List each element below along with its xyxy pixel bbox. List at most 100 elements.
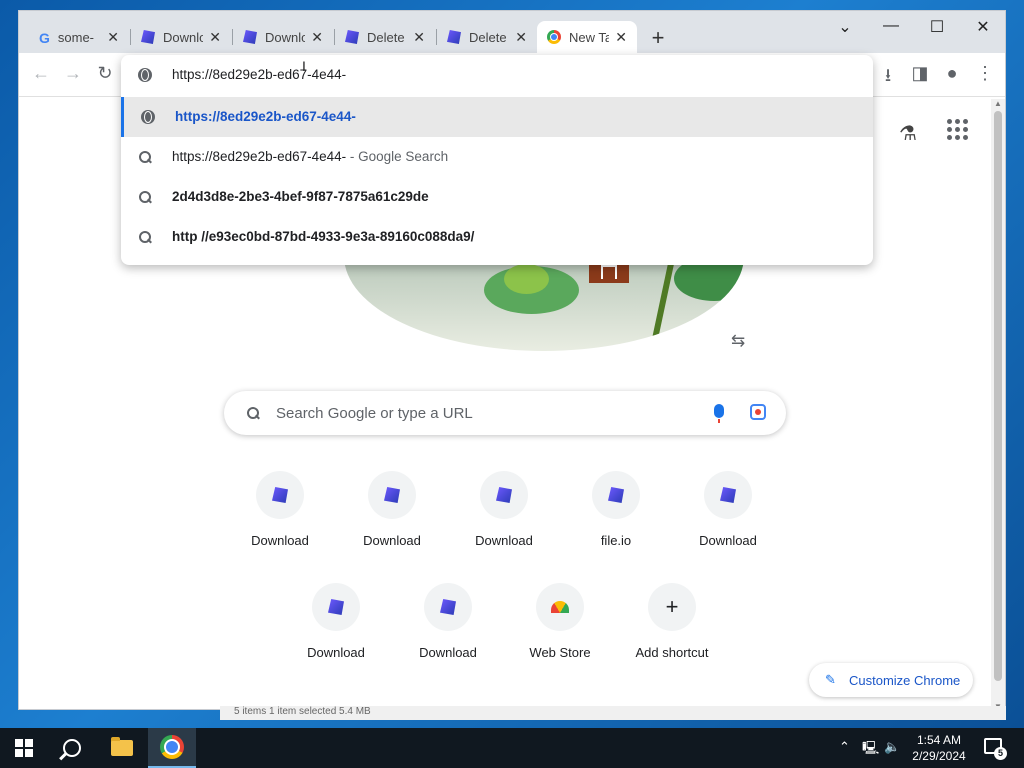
reed [649, 261, 675, 351]
chrome-icon [547, 30, 561, 44]
background-explorer-status: 5 items 1 item selected 5.4 MB [220, 706, 1006, 720]
clock-time: 1:54 AM [916, 733, 962, 747]
shortcut-tile[interactable]: Download [286, 583, 386, 683]
start-button[interactable] [0, 728, 48, 768]
tab-search-dropdown-icon[interactable]: ⌄ [833, 17, 857, 37]
tab-title: Downlo [265, 29, 305, 45]
chrome-taskbar-button[interactable] [148, 728, 196, 768]
suggestion-item[interactable]: https://8ed29e2b-ed67-4e44- [121, 97, 873, 137]
share-icon[interactable]: ⇆ [731, 331, 745, 351]
suggestion-item[interactable]: 2d4d3d8e-2be3-4bef-9f87-7875a61c29de [121, 177, 873, 217]
fileio-icon [447, 30, 461, 44]
suggestion-suffix: - Google Search [346, 149, 449, 164]
omnibox-dropdown: https://8ed29e2b-ed67-4e44- https://8ed2… [121, 55, 873, 265]
globe-icon [138, 68, 152, 82]
tray-chevron-icon[interactable]: ⌃ [839, 739, 850, 755]
shortcut-label: Download [251, 533, 309, 548]
maximize-button[interactable]: ☐ [925, 17, 949, 37]
suggestion-item[interactable]: http //e93ec0bd-87bd-4933-9e3a-89160c088… [121, 217, 873, 257]
reload-button[interactable]: ↻ [93, 63, 117, 84]
fileio-icon [440, 599, 456, 615]
tab-title: New Ta [569, 29, 609, 45]
search-icon [246, 406, 260, 420]
tab-1[interactable]: G some- ✕ [29, 21, 129, 53]
tab-close-icon[interactable]: ✕ [209, 29, 221, 46]
search-icon [138, 150, 152, 164]
browser-window: G some- ✕ Downlo ✕ Downlo ✕ Delete ✕ Del… [18, 10, 1006, 710]
tab-title: Delete [469, 29, 507, 45]
tab-4[interactable]: Delete ✕ [335, 21, 435, 53]
taskbar-search-button[interactable] [48, 728, 96, 768]
address-input[interactable]: https://8ed29e2b-ed67-4e44- [172, 67, 346, 82]
add-shortcut-tile[interactable]: + Add shortcut [622, 583, 722, 683]
clock-date: 2/29/2024 [912, 749, 966, 763]
tab-close-icon[interactable]: ✕ [413, 29, 425, 46]
shortcut-label: Web Store [529, 645, 591, 660]
pencil-icon: ✎ [825, 672, 836, 687]
google-g-icon: G [39, 30, 50, 46]
notification-center-icon[interactable]: 5 [984, 738, 1007, 760]
scroll-up-arrow-icon[interactable]: ▲ [994, 99, 1002, 108]
fileio-icon [720, 487, 736, 503]
scrollbar-thumb[interactable] [994, 111, 1002, 681]
shortcut-tile[interactable]: Web Store [510, 583, 610, 683]
vertical-scrollbar[interactable]: ▲ ▼ [991, 99, 1005, 709]
google-apps-icon[interactable] [947, 119, 968, 140]
fileio-icon [328, 599, 344, 615]
labs-flask-icon[interactable]: ⚗ [899, 121, 917, 146]
shortcut-tile[interactable]: Download [678, 471, 778, 571]
chrome-icon [160, 735, 184, 759]
shortcut-tile[interactable]: Download [398, 583, 498, 683]
shortcut-label: Download [307, 645, 365, 660]
tab-close-icon[interactable]: ✕ [615, 29, 627, 46]
volume-muted-icon[interactable]: 🔈 [884, 739, 900, 755]
notification-count-badge: 5 [994, 747, 1007, 760]
ntp-search-box[interactable]: Search Google or type a URL [224, 391, 786, 435]
shortcut-label: file.io [600, 533, 632, 548]
shortcut-tile[interactable]: Download [230, 471, 330, 571]
windows-logo-icon [15, 739, 33, 757]
suggestion-text: https://8ed29e2b-ed67-4e44- - Google Sea… [172, 149, 448, 164]
tab-close-icon[interactable]: ✕ [107, 29, 119, 46]
side-panel-icon[interactable]: ◨ [908, 63, 932, 84]
download-icon[interactable]: ⭳ [876, 63, 900, 93]
fileio-icon [384, 487, 400, 503]
tab-5[interactable]: Delete ✕ [437, 21, 537, 53]
fileio-icon [243, 30, 257, 44]
address-bar[interactable]: https://8ed29e2b-ed67-4e44- [121, 55, 873, 95]
customize-chrome-label: Customize Chrome [849, 672, 961, 688]
tab-3[interactable]: Downlo ✕ [233, 21, 333, 53]
search-icon [138, 230, 152, 244]
voice-search-icon[interactable] [714, 404, 724, 423]
new-tab-button[interactable]: + [647, 25, 669, 51]
customize-chrome-button[interactable]: ✎ Customize Chrome [809, 663, 973, 697]
tab-close-icon[interactable]: ✕ [515, 29, 527, 46]
tab-new-tab-active[interactable]: New Ta ✕ [537, 21, 637, 53]
suggestion-text: https://8ed29e2b-ed67-4e44- [175, 109, 356, 124]
taskbar: ⌃ 🖳 🔈 1:54 AM 2/29/2024 5 [0, 728, 1024, 768]
google-doodle[interactable] [344, 256, 744, 351]
search-placeholder: Search Google or type a URL [276, 405, 473, 422]
tab-2[interactable]: Downlo ✕ [131, 21, 231, 53]
file-explorer-button[interactable] [98, 728, 146, 768]
tab-title: some- [57, 29, 95, 45]
shortcut-tile[interactable]: file.io [566, 471, 666, 571]
back-button[interactable]: ← [29, 63, 53, 84]
shortcut-tile[interactable]: Download [342, 471, 442, 571]
fileio-icon [496, 487, 512, 503]
shortcut-tile[interactable]: Download [454, 471, 554, 571]
fileio-icon [272, 487, 288, 503]
forward-button[interactable]: → [61, 63, 85, 84]
suggestion-item[interactable]: https://8ed29e2b-ed67-4e44- - Google Sea… [121, 137, 873, 177]
fileio-icon [345, 30, 359, 44]
tab-close-icon[interactable]: ✕ [311, 29, 323, 46]
menu-kebab-icon[interactable]: ⋮ [973, 63, 997, 84]
minimize-button[interactable]: — [879, 17, 903, 35]
google-lens-icon[interactable] [750, 404, 766, 420]
globe-icon [141, 110, 155, 124]
profile-avatar[interactable]: ● [940, 63, 964, 84]
network-icon[interactable]: 🖳 [862, 739, 879, 761]
system-clock[interactable]: 1:54 AM 2/29/2024 [904, 732, 974, 764]
search-icon [63, 739, 81, 757]
close-window-button[interactable]: ✕ [971, 17, 995, 37]
